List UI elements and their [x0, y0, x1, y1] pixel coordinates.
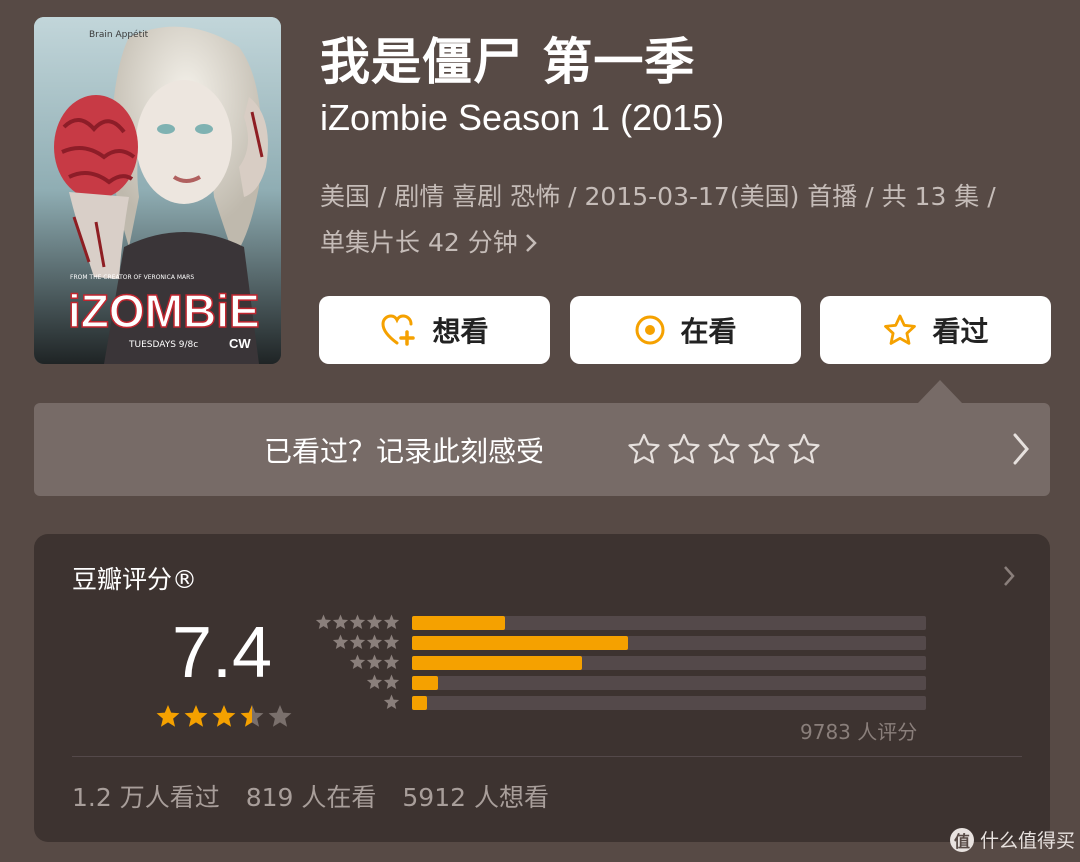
rating-star-3 [212, 705, 236, 727]
rating-count: 9783 人评分 [800, 720, 918, 744]
distribution-track [412, 616, 926, 630]
watching-button[interactable]: 在看 [570, 296, 801, 364]
page-title: 我是僵尸 第一季 [320, 33, 696, 91]
distribution-track [412, 636, 926, 650]
watch-stats: 1.2 万人看过 819 人在看 5912 人想看 [72, 778, 575, 814]
poster-logo: iZOMBiE [68, 285, 260, 337]
distribution-stars-3 [349, 654, 400, 669]
rate-prompt-bar[interactable]: 已看过？记录此刻感受 [34, 403, 1050, 496]
poster-tagline: Brain Appétit [89, 29, 149, 40]
distribution-bar-1 [412, 696, 427, 710]
distribution-row-5 [312, 614, 926, 630]
distribution-stars-1 [383, 694, 400, 709]
rating-star-4 [240, 705, 264, 727]
subject-meta[interactable]: 美国 / 剧情 喜剧 恐怖 / 2015-03-17(美国) 首播 / 共 13… [320, 174, 1050, 266]
target-icon [635, 315, 665, 345]
distribution-track [412, 656, 926, 670]
watching-label: 在看 [680, 315, 737, 348]
star-outline-icon [884, 314, 917, 345]
strip-pointer [918, 380, 962, 403]
watched-label: 看过 [932, 315, 989, 348]
distribution-row-3 [312, 654, 926, 670]
rate-prompt-text: 已看过？记录此刻感受 [264, 435, 545, 468]
distribution-bar-4 [412, 636, 628, 650]
rate-star-3[interactable] [706, 432, 742, 466]
watched-button[interactable]: 看过 [820, 296, 1051, 364]
watched-count[interactable]: 1.2 万人看过 [72, 783, 220, 812]
rating-star-1 [156, 705, 180, 727]
poster-network: CW [229, 336, 251, 351]
meta-line-2: 单集片长 42 分钟 [320, 220, 1050, 266]
distribution-stars-2 [366, 674, 400, 689]
meta-duration: 单集片长 42 分钟 [320, 228, 518, 257]
distribution-bar-3 [412, 656, 582, 670]
heart-plus-icon [381, 314, 416, 346]
distribution-track [412, 696, 926, 710]
want-button[interactable]: 想看 [319, 296, 550, 364]
chevron-right-icon[interactable] [1002, 564, 1016, 592]
rating-star-2 [184, 705, 208, 727]
subject-page: Brain Appétit FROM THE CREATOR OF VERONI… [0, 0, 1080, 862]
meta-line-1: 美国 / 剧情 喜剧 恐怖 / 2015-03-17(美国) 首播 / 共 13… [320, 182, 996, 211]
rating-panel[interactable]: 豆瓣评分® 7.4 9783 人评分 1.2 万人看过 819 人在看 5912 人… [34, 534, 1050, 842]
watching-count[interactable]: 819 人在看 [246, 783, 377, 812]
divider [72, 756, 1022, 757]
distribution-stars-4 [332, 634, 400, 649]
rate-star-5[interactable] [786, 432, 822, 466]
chevron-right-icon [524, 228, 538, 257]
rate-stars[interactable] [626, 432, 822, 466]
rate-star-4[interactable] [746, 432, 782, 466]
poster-schedule: TUESDAYS 9/8c [128, 340, 198, 350]
distribution-row-1 [312, 694, 926, 710]
rating-score: 7.4 [172, 613, 273, 693]
chevron-right-icon[interactable] [1012, 431, 1030, 471]
rating-star-5 [268, 705, 292, 727]
distribution-stars-5 [315, 614, 400, 629]
distribution-track [412, 676, 926, 690]
watermark-badge: 值 [950, 827, 974, 852]
rate-star-1[interactable] [626, 432, 662, 466]
distribution-bar-2 [412, 676, 438, 690]
want-label: 想看 [432, 315, 489, 348]
poster-credit: FROM THE CREATOR OF VERONICA MARS [70, 274, 194, 281]
watermark: 值 什么值得买 [950, 826, 1075, 853]
want-count[interactable]: 5912 人想看 [402, 783, 549, 812]
watermark-text: 什么值得买 [980, 830, 1076, 852]
distribution-row-2 [312, 674, 926, 690]
rating-stars [156, 705, 292, 727]
original-title: iZombie Season 1 (2015) [320, 97, 725, 138]
poster-image[interactable]: Brain Appétit FROM THE CREATOR OF VERONI… [34, 17, 281, 364]
distribution-row-4 [312, 634, 926, 650]
distribution-bar-5 [412, 616, 505, 630]
rating-label: 豆瓣评分® [72, 565, 198, 594]
rate-star-2[interactable] [666, 432, 702, 466]
